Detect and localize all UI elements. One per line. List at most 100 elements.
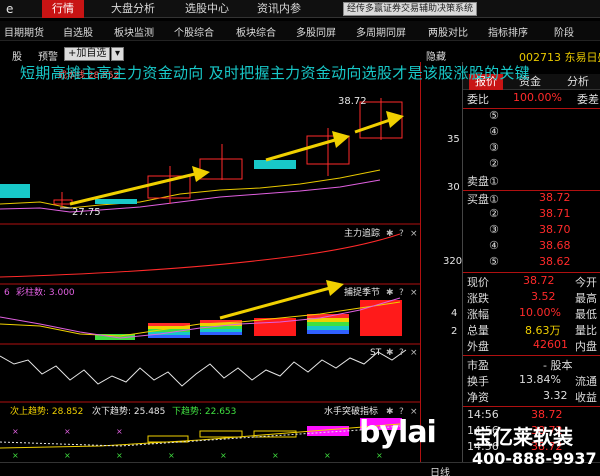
toolbar-item-watchlist[interactable]: 自选股 bbox=[63, 24, 93, 39]
trend-arrow-4-head bbox=[326, 280, 344, 296]
watermark-phone: 400-888-9937 bbox=[472, 449, 597, 468]
tab-market[interactable]: 行情 bbox=[42, 0, 84, 18]
kline-chart-area[interactable]: 38.72 27.75 成本线 28.852 主力追踪 ✱ ? × 6 彩柱数:… bbox=[0, 62, 420, 462]
indicator1-tick: 320 bbox=[443, 256, 463, 267]
bid-row-1[interactable]: 买盘① 38.72 bbox=[463, 191, 600, 207]
divider-stats bbox=[463, 272, 600, 273]
toolbar-item-multi-period[interactable]: 多周期同屏 bbox=[356, 24, 406, 39]
trend-arrow-2-head bbox=[332, 131, 350, 148]
watermark-brand: bylai bbox=[359, 415, 437, 450]
tab-news[interactable]: 资讯内参 bbox=[250, 0, 308, 18]
candle-2 bbox=[53, 199, 73, 205]
svg-text:×: × bbox=[12, 451, 19, 460]
indicator4-mid-label: 次下趋势: 25.485 bbox=[92, 405, 165, 417]
add-watchlist-button[interactable]: +加自选 bbox=[64, 47, 111, 61]
tab-stock-selection[interactable]: 选股中心 bbox=[178, 0, 236, 18]
indicator2-close-icon[interactable]: × bbox=[410, 288, 418, 298]
tab-market-analysis[interactable]: 大盘分析 bbox=[104, 0, 162, 18]
svg-text:×: × bbox=[324, 451, 331, 460]
dropdown-icon[interactable]: ▾ bbox=[111, 47, 125, 61]
ask-row-3[interactable]: ③ bbox=[463, 141, 600, 157]
bid-row-2[interactable]: ② 38.71 bbox=[463, 207, 600, 223]
toolbar-item-sector-overview[interactable]: 板块综合 bbox=[236, 24, 276, 39]
trend-arrow-1-head bbox=[192, 166, 210, 182]
kline-chart-svg: 38.72 27.75 成本线 28.852 主力追踪 ✱ ? × 6 彩柱数:… bbox=[0, 69, 420, 460]
svg-text:×: × bbox=[116, 451, 123, 460]
home-label[interactable]: 股 bbox=[12, 48, 22, 63]
watermark: bylai 宝亿莱软装 400-888-9937 bbox=[355, 415, 600, 475]
stat-row-outer: 外盘 42601 内盘 bbox=[467, 338, 597, 353]
indicator3-close-icon[interactable]: × bbox=[410, 348, 418, 358]
candle-6 bbox=[254, 160, 296, 169]
indicator2-value-label: 彩柱数: 3.000 bbox=[16, 286, 75, 298]
chart-toolbar: 股 预警 +加自选 ▾ 隐藏 bbox=[0, 47, 446, 63]
low-price-label: 27.75 bbox=[72, 207, 101, 218]
stat-row-volume: 总量 8.63万 量比 bbox=[467, 324, 597, 337]
app-logo: e bbox=[6, 2, 14, 16]
weibi-row: 委比 100.00% 委差 bbox=[463, 91, 600, 107]
trend-arrow-4 bbox=[219, 286, 331, 320]
toolbar-item-sector-monitor[interactable]: 板块监测 bbox=[114, 24, 154, 39]
indicator2-tick-2: 2 bbox=[451, 326, 458, 337]
toolbar-item-multi-stock[interactable]: 多股同屏 bbox=[296, 24, 336, 39]
quote-panel: 报价 资金 分析 委比 100.00% 委差 ⑤ ④ ③ ② 卖盘① 买盘① 3… bbox=[462, 62, 600, 462]
trend-arrow-2 bbox=[265, 138, 336, 162]
indicator2-tick: 4 bbox=[451, 308, 458, 319]
divider-fundamentals bbox=[463, 355, 600, 356]
indicator4-box-2 bbox=[199, 430, 243, 438]
weicha-label: 委差 bbox=[577, 93, 599, 106]
weibi-value: 100.00% bbox=[513, 91, 562, 104]
svg-text:×: × bbox=[272, 451, 279, 460]
svg-text:×: × bbox=[116, 427, 123, 436]
stat-row-change: 涨跌 3.52 最高 bbox=[467, 290, 597, 305]
stat-row-pe: 市盈 - 股本 bbox=[467, 359, 573, 372]
svg-text:×: × bbox=[220, 451, 227, 460]
ask-row-1[interactable]: 卖盘① bbox=[463, 173, 600, 189]
toolbar-item-compare[interactable]: 两股对比 bbox=[428, 24, 468, 39]
ask-row-5[interactable]: ⑤ bbox=[463, 109, 600, 125]
bid-row-4[interactable]: ④ 38.68 bbox=[463, 239, 600, 255]
price-tick-30: 30 bbox=[447, 182, 460, 193]
candle-3 bbox=[95, 199, 137, 204]
top-nav: e 行情 大盘分析 选股中心 资讯内参 经传多赢证券交易辅助决策系统 bbox=[0, 0, 600, 18]
trend-arrow-3-head bbox=[386, 111, 404, 128]
svg-text:×: × bbox=[64, 427, 71, 436]
stat-row-nav: 净资 3.32 收益 bbox=[467, 389, 597, 404]
alert-button[interactable]: 预警 bbox=[38, 48, 58, 63]
svg-text:×: × bbox=[168, 451, 175, 460]
indicator4-markers: × × × × × × × × bbox=[12, 451, 383, 460]
high-price-label: 38.72 bbox=[338, 96, 367, 107]
indicator1-title: 主力追踪 bbox=[344, 227, 380, 239]
svg-text:×: × bbox=[12, 427, 19, 436]
price-tick-35: 35 bbox=[447, 134, 460, 145]
indicator1-close-icon[interactable]: × bbox=[410, 229, 418, 239]
divider-ticks bbox=[463, 406, 600, 407]
weibi-label: 委比 bbox=[467, 93, 489, 106]
toolbar-item-stock-overview[interactable]: 个股综合 bbox=[174, 24, 214, 39]
ask-row-4[interactable]: ④ bbox=[463, 125, 600, 141]
indicator4-markers-top: × × × bbox=[12, 427, 123, 436]
indicator1-line bbox=[0, 233, 401, 278]
hide-button[interactable]: 隐藏 bbox=[426, 48, 446, 63]
bid-row-3[interactable]: ③ 38.70 bbox=[463, 223, 600, 239]
toolbar-item-stage[interactable]: 阶段 bbox=[554, 24, 574, 39]
ask-row-2[interactable]: ② bbox=[463, 157, 600, 173]
indicator4-down-label: 下趋势: 22.653 bbox=[172, 405, 236, 417]
tab-analysis[interactable]: 分析 bbox=[567, 74, 589, 90]
indicator3-gear-icon[interactable]: ✱ bbox=[386, 348, 394, 358]
ad-banner[interactable]: 经传多赢证券交易辅助决策系统 bbox=[343, 2, 478, 16]
bid-row-5[interactable]: ⑤ 38.62 bbox=[463, 255, 600, 271]
promo-caption: 短期高摊主高主力资金动向 及时把握主力资金动向选股才是该股涨股的关键 bbox=[20, 64, 530, 82]
watermark-brand-cn: 宝亿莱软装 bbox=[473, 425, 573, 449]
indicator2-left-label: 6 bbox=[4, 288, 10, 298]
stat-row-turnover: 换手 13.84% 流通 bbox=[467, 373, 597, 388]
stat-row-price: 现价 38.72 今开 bbox=[467, 274, 597, 289]
indicator2-bar-red-2 bbox=[360, 300, 402, 336]
toolbar-item-futures[interactable]: 目期期货 bbox=[4, 24, 44, 39]
svg-text:×: × bbox=[64, 451, 71, 460]
indicator3-line bbox=[0, 349, 407, 387]
indicator2-help-icon[interactable]: ? bbox=[399, 288, 404, 298]
toolbar-item-indicator-sort[interactable]: 指标排序 bbox=[488, 24, 528, 39]
indicator2-gear-icon[interactable]: ✱ bbox=[386, 288, 394, 298]
indicator4-up-label: 次上趋势: 28.852 bbox=[10, 405, 83, 417]
